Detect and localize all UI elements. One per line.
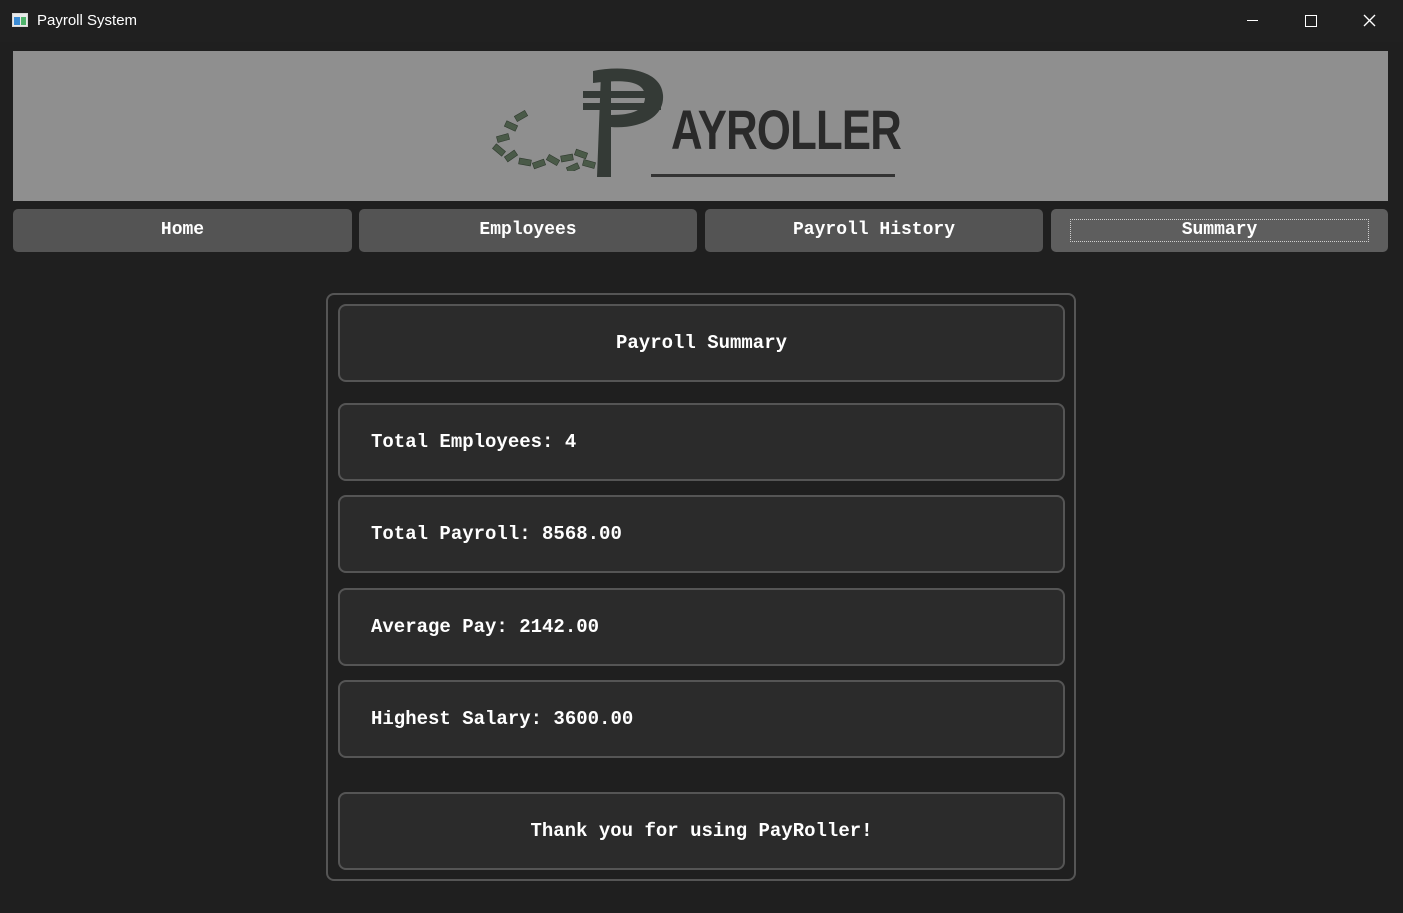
nav-home-button[interactable]: Home: [13, 209, 352, 252]
minimize-button[interactable]: [1224, 0, 1282, 42]
summary-heading: Payroll Summary: [615, 332, 788, 354]
window-title: Payroll System: [37, 12, 138, 29]
nav-employees-button[interactable]: Employees: [359, 209, 697, 252]
thank-you-card: Thank you for using PayRoller!: [338, 792, 1065, 870]
nav-summary-label: Summary: [1181, 220, 1258, 240]
peso-logo-icon: [583, 68, 664, 177]
total-payroll-card: Total Payroll: 8568.00: [338, 495, 1065, 573]
logo-wordmark: AYROLLER: [671, 98, 902, 161]
total-employees-text: Total Employees: 4: [371, 431, 577, 453]
close-button[interactable]: [1341, 0, 1399, 42]
title-bar[interactable]: Payroll System: [0, 0, 1403, 42]
header-banner: AYROLLER: [13, 51, 1388, 201]
thank-you-text: Thank you for using PayRoller!: [530, 820, 873, 842]
total-employees-card: Total Employees: 4: [338, 403, 1065, 481]
average-pay-text: Average Pay: 2142.00: [371, 616, 600, 638]
nav-summary-button[interactable]: Summary: [1051, 209, 1388, 252]
maximize-button[interactable]: [1282, 0, 1340, 42]
maximize-icon: [1305, 15, 1317, 27]
summary-heading-card: Payroll Summary: [338, 304, 1065, 382]
logo-underline: [651, 174, 895, 177]
app-window-icon: [12, 13, 28, 27]
summary-panel: Payroll Summary Total Employees: 4 Total…: [326, 293, 1076, 881]
payroller-logo: AYROLLER: [475, 61, 905, 191]
close-icon: [1363, 14, 1376, 27]
average-pay-card: Average Pay: 2142.00: [338, 588, 1065, 666]
highest-salary-card: Highest Salary: 3600.00: [338, 680, 1065, 758]
app-window: Payroll System AYROLLER Home Employees P…: [0, 0, 1403, 913]
nav-employees-label: Employees: [479, 220, 577, 240]
total-payroll-text: Total Payroll: 8568.00: [371, 523, 622, 545]
nav-home-label: Home: [160, 220, 205, 240]
minimize-icon: [1247, 20, 1258, 21]
nav-payroll-history-button[interactable]: Payroll History: [705, 209, 1043, 252]
nav-payroll-history-label: Payroll History: [792, 220, 956, 240]
highest-salary-text: Highest Salary: 3600.00: [371, 708, 634, 730]
